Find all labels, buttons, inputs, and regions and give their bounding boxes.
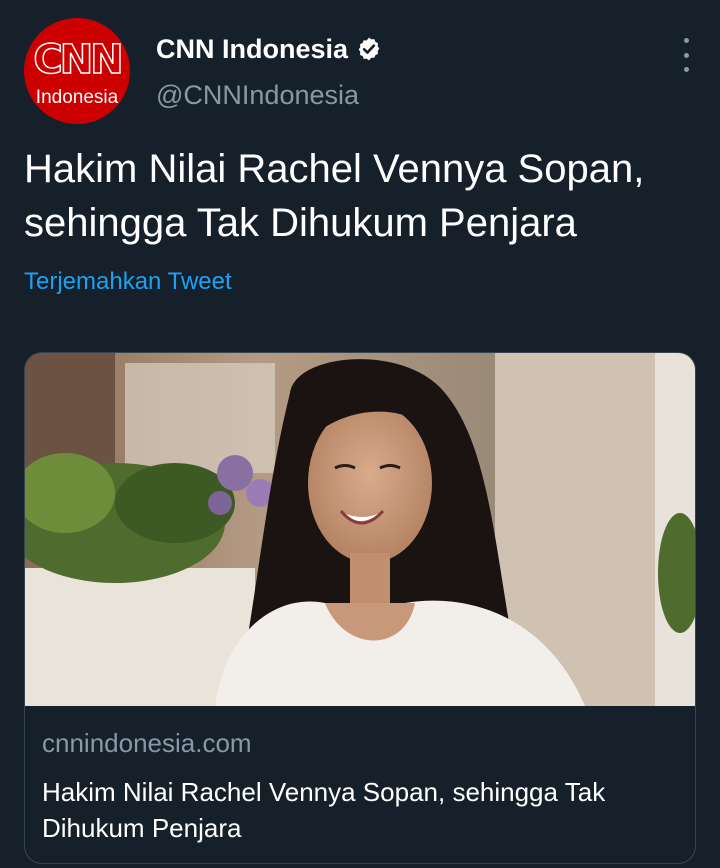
translate-tweet-link[interactable]: Terjemahkan Tweet (24, 268, 232, 296)
name-row: CNN Indonesia (156, 32, 382, 66)
card-domain: cnnindonesia.com (42, 728, 252, 758)
verified-badge-icon (358, 37, 380, 61)
tweet-header: CNN Indonesia CNN Indonesia @CNNIndonesi… (24, 18, 704, 128)
article-photo (25, 353, 695, 706)
avatar[interactable]: CNN Indonesia (24, 18, 130, 124)
account-handle[interactable]: @CNNIndonesia (156, 80, 359, 111)
link-preview-card[interactable]: cnnindonesia.com Hakim Nilai Rachel Venn… (24, 352, 696, 864)
avatar-logo-text: CNN (33, 37, 125, 83)
avatar-logo-subtext: Indonesia (35, 87, 119, 108)
tweet-text: Hakim Nilai Rachel Vennya Sopan, sehingg… (24, 147, 645, 245)
display-name[interactable]: CNN Indonesia (156, 34, 348, 65)
card-body: cnnindonesia.com Hakim Nilai Rachel Venn… (25, 706, 695, 863)
more-options-icon[interactable] (678, 38, 694, 72)
card-title[interactable]: Hakim Nilai Rachel Vennya Sopan, sehingg… (42, 774, 682, 846)
